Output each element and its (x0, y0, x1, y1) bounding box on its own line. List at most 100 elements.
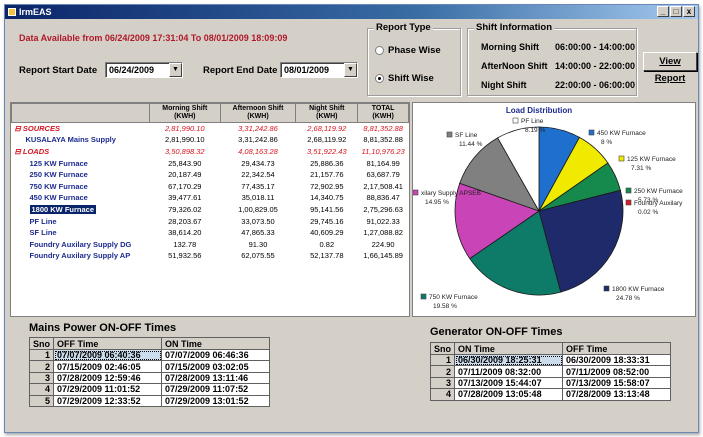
phase-wise-radio[interactable]: Phase Wise (375, 45, 441, 56)
grid-row[interactable]: PF Line 28,203.67 33,073.50 29,745.16 91,022… (12, 215, 409, 227)
grid-row[interactable]: KUSALAYA Mains Supply 2,81,990.10 3,31,242… (12, 134, 409, 146)
mains-row[interactable]: 3 07/28/2009 12:59:46 07/28/2009 13:11:46 (29, 371, 270, 385)
grid-cell-name: PF Line (12, 215, 150, 227)
grid-header-name[interactable] (11, 103, 150, 123)
mains-row[interactable]: 4 07/29/2009 11:01:52 07/29/2009 11:07:52 (29, 383, 270, 396)
grid-row[interactable]: 750 KW Furnace 67,170.29 77,435.17 72,902.9… (12, 180, 409, 192)
window-title: IrmEAS (19, 7, 52, 17)
mains-title: Mains Power ON-OFF Times (29, 322, 177, 334)
radio-selected-icon[interactable] (375, 74, 384, 83)
start-date-value: 06/24/2009 (109, 65, 155, 75)
chevron-down-icon[interactable]: ▼ (169, 63, 182, 77)
mains-cell-sno: 2 (29, 360, 54, 373)
grid-row[interactable]: 450 KW Furnace 39,477.61 35,018.11 14,340.7… (12, 192, 409, 204)
mains-cell-time: 07/28/2009 12:59:46 (53, 371, 162, 385)
grid-row[interactable]: 250 KW Furnace 20,187.49 22,342.54 21,157.7… (12, 169, 409, 181)
grid-row[interactable]: Foundry Auxilary Supply DG 132.78 91.30 0.8… (12, 238, 409, 250)
generator-cell-time: 06/30/2009 18:33:31 (562, 353, 671, 367)
minimize-button[interactable]: _ (657, 6, 669, 17)
grid-cell-morning: 79,326.02 (168, 204, 202, 214)
start-date-select[interactable]: 06/24/2009 ▼ (105, 62, 183, 78)
grid-cell-night: 25,886.36 (310, 158, 344, 168)
generator-row[interactable]: 4 07/28/2009 13:05:48 07/28/2009 13:13:48 (430, 388, 671, 401)
generator-cell-time: 07/11/2009 08:32:00 (454, 365, 563, 378)
grid-row-label: 250 KW Furnace (29, 170, 88, 180)
grid-row-label: Foundry Auxilary Supply DG (29, 239, 132, 249)
mains-cell-time: 07/29/2009 11:01:52 (53, 383, 162, 396)
grid-cell-name: ⊟ LOADS (12, 146, 150, 158)
grid-header-afternoon[interactable]: Afternoon Shift (KWH) (219, 103, 297, 123)
close-button[interactable]: x (683, 6, 695, 17)
radio-circle-icon[interactable] (375, 46, 384, 55)
generator-row[interactable]: 2 07/11/2009 08:32:00 07/11/2009 08:52:00 (430, 365, 671, 378)
grid-cell-name: Foundry Auxilary Supply DG (12, 238, 150, 250)
mains-cell-sno: 3 (29, 371, 54, 385)
app-icon (8, 8, 16, 16)
grid-cell-afternoon: 91.30 (248, 239, 268, 249)
grid-cell-afternoon: 47,865.33 (241, 228, 275, 238)
pie-percent: 8 % (601, 139, 612, 146)
grid-cell-morning: 39,477.61 (168, 193, 202, 203)
mains-cell-sno: 4 (29, 383, 54, 396)
grid-row[interactable]: SF Line 38,614.20 47,865.33 40,609.29 1,27,0… (12, 227, 409, 239)
end-date-select[interactable]: 08/01/2009 ▼ (280, 62, 358, 78)
grid-header-night[interactable]: Night Shift (KWH) (295, 103, 359, 123)
grid-row[interactable]: ⊟ SOURCES 2,81,990.10 3,31,242.86 2,68,119.… (12, 123, 409, 135)
report-type-group: Report Type (367, 22, 461, 96)
generator-row[interactable]: 1 06/30/2009 18:25:31 06/30/2009 18:33:31 (430, 353, 671, 367)
grid-cell-name: KUSALAYA Mains Supply (12, 134, 150, 146)
grid-row-label: 750 KW Furnace (29, 181, 88, 191)
end-date-label: Report End Date (203, 65, 278, 76)
grid-row[interactable]: 125 KW Furnace 25,843.90 29,434.73 25,886.3… (12, 157, 409, 169)
chevron-down-icon[interactable]: ▼ (344, 63, 357, 77)
grid-cell-name: ⊟ SOURCES (12, 123, 150, 135)
legend-swatch (588, 129, 595, 136)
grid-cell-total: 63,687.79 (366, 170, 400, 180)
grid-cell-night: 2,68,119.92 (307, 135, 347, 145)
grid-header-total[interactable]: TOTAL (KWH) (357, 103, 409, 123)
mains-cell-sno: 1 (29, 348, 54, 362)
pie-label: xilary Supply APSEB (421, 190, 481, 197)
grid-cell-morning: 2,81,990.10 (164, 135, 205, 145)
generator-cell-time: 07/28/2009 13:13:48 (562, 388, 671, 401)
afternoon-shift-name: AfterNoon Shift (481, 61, 548, 71)
grid-row[interactable]: 1800 KW Furnace 79,326.02 1,00,829.05 95,14… (12, 204, 409, 216)
grid-row[interactable]: ⊟ LOADS 3,50,898.32 4,08,163.28 3,51,922.43… (12, 146, 409, 158)
generator-cell-time: 06/30/2009 18:25:31 (454, 353, 563, 367)
pie-label: Foundry Auxilary (634, 200, 683, 207)
pie-svg: Load Distribution 450 KW Furnace 8 % 125 K… (412, 106, 683, 310)
grid-cell-name: 1800 KW Furnace (12, 204, 150, 216)
shift-wise-radio[interactable]: Shift Wise (375, 73, 434, 84)
view-report-button[interactable]: View Report (643, 52, 697, 84)
generator-cell-sno: 2 (430, 365, 455, 378)
mains-row[interactable]: 2 07/15/2009 02:46:05 07/15/2009 03:02:05 (29, 360, 270, 373)
report-type-title: Report Type (374, 22, 433, 33)
grid-header-morning[interactable]: Morning Shift (KWH) (149, 103, 221, 123)
grid-cell-night: 40,609.29 (310, 228, 344, 238)
pie-label: SF Line (455, 132, 478, 139)
title-bar: IrmEAS _ □ x (5, 5, 698, 19)
generator-header-off: OFF Time (562, 342, 671, 355)
generator-row[interactable]: 3 07/13/2009 15:44:07 07/13/2009 15:58:07 (430, 376, 671, 390)
grid-row-label: ⊟ SOURCES (14, 124, 60, 134)
grid-cell-afternoon: 62,075.55 (241, 251, 275, 261)
grid-cell-total: 88,836.47 (366, 193, 400, 203)
grid-row[interactable]: Foundry Auxilary Supply AP 51,932.56 62,07… (12, 250, 409, 262)
generator-cell-time: 07/13/2009 15:44:07 (454, 376, 563, 390)
grid-cell-afternoon: 4,08,163.28 (238, 146, 278, 156)
maximize-button[interactable]: □ (670, 6, 682, 17)
grid-cell-morning: 3,50,898.32 (164, 146, 205, 156)
mains-row[interactable]: 5 07/29/2009 12:33:52 07/29/2009 13:01:52 (29, 394, 270, 407)
legend-swatch (512, 117, 519, 124)
grid-cell-name: 125 KW Furnace (12, 157, 150, 169)
grid-cell-morning: 38,614.20 (168, 228, 202, 238)
generator-cell-sno: 1 (430, 353, 455, 367)
mains-cell-time: 07/07/2009 06:46:36 (161, 348, 270, 362)
generator-cell-sno: 4 (430, 388, 455, 401)
mains-row[interactable]: 1 07/07/2009 06:40:36 07/07/2009 06:46:36 (29, 348, 270, 362)
pie-label: 1800 KW Furnace (612, 286, 665, 293)
grid-cell-total: 8,81,352.88 (363, 124, 403, 134)
grid-cell-afternoon: 3,31,242.86 (238, 124, 278, 134)
mains-cell-sno: 5 (29, 394, 54, 407)
pie-percent: 19.58 % (433, 303, 457, 310)
